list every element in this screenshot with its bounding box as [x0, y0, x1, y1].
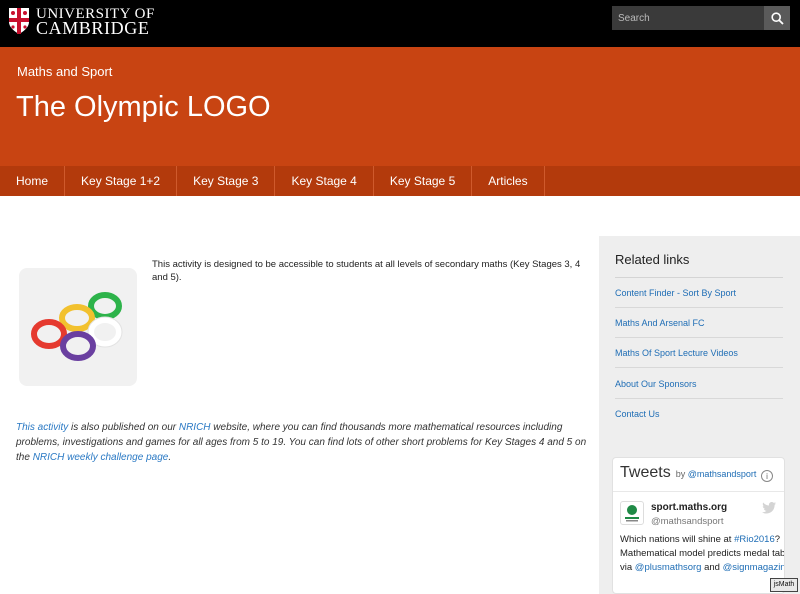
intro-text: This activity is designed to be accessib… [152, 259, 581, 283]
logo-wordmark: UNIVERSITY OF CAMBRIDGE [36, 7, 155, 38]
sidebar-separator [615, 367, 783, 368]
sidebar-separator [615, 307, 783, 308]
avatar[interactable] [620, 501, 644, 525]
sidebar-link-lecture-videos[interactable]: Maths Of Sport Lecture Videos [615, 348, 738, 358]
nrich-link[interactable]: NRICH [179, 422, 211, 433]
olympic-rings-image [19, 268, 137, 386]
tweet-text: Which nations will shine at #Rio2016? Ma… [620, 533, 784, 575]
nav-item-key-stage-5[interactable]: Key Stage 5 [374, 166, 473, 196]
sidebar-separator [615, 398, 783, 399]
tweet-text-1: Which nations will shine at [620, 534, 735, 545]
ring-purple [60, 331, 96, 361]
tweets-widget: Tweets by @mathsandsport i sport.maths.o… [612, 457, 785, 594]
main-nav: Home Key Stage 1+2 Key Stage 3 Key Stage… [0, 166, 800, 196]
mention-link-signmagazine[interactable]: @signmagazine [723, 562, 784, 573]
nrich-paragraph: This activity is also published on our N… [16, 420, 591, 465]
this-activity-link[interactable]: This activity [16, 422, 68, 433]
para-text-1: is also published on our [68, 422, 179, 433]
mention-link-plusmathsorg[interactable]: @plusmathsorg [635, 562, 702, 573]
twitter-bird-icon[interactable] [762, 502, 776, 514]
tweets-by-label: by [675, 469, 686, 479]
tweets-header: Tweets by @mathsandsport [620, 464, 756, 482]
nav-item-key-stage-3[interactable]: Key Stage 3 [177, 166, 276, 196]
tweets-by: by @mathsandsport [676, 469, 757, 479]
sidebar-link-arsenal[interactable]: Maths And Arsenal FC [615, 318, 705, 328]
university-logo[interactable]: UNIVERSITY OF CAMBRIDGE [8, 5, 155, 37]
tweets-by-handle-link[interactable]: @mathsandsport [688, 469, 757, 479]
tweet-text-3: and [701, 562, 723, 573]
nav-item-key-stage-1-2[interactable]: Key Stage 1+2 [65, 166, 178, 196]
tweet-account-handle[interactable]: @mathsandsport [651, 516, 723, 527]
sidebar-link-contact[interactable]: Contact Us [615, 409, 660, 419]
sidebar-divider [615, 277, 783, 278]
para-text-3: . [168, 452, 172, 463]
tweets-divider [613, 491, 784, 492]
nav-item-articles[interactable]: Articles [472, 166, 545, 196]
ring-green [88, 292, 122, 320]
crest-icon [9, 8, 29, 34]
search-box [612, 6, 790, 30]
ring-white [88, 317, 122, 347]
logo-line2: CAMBRIDGE [36, 18, 150, 38]
ring-red [31, 319, 67, 349]
nav-item-home[interactable]: Home [0, 166, 66, 196]
nrich-weekly-challenge-link[interactable]: NRICH weekly challenge page [33, 452, 169, 463]
avatar-logo-icon [625, 505, 639, 522]
tweet-account-name[interactable]: sport.maths.org [651, 502, 727, 513]
search-icon [770, 11, 784, 25]
jsmath-badge[interactable]: jsMath [770, 578, 798, 592]
info-icon[interactable]: i [761, 470, 773, 482]
hashtag-link[interactable]: #Rio2016 [734, 534, 775, 545]
ring-yellow [59, 304, 95, 332]
sidebar-link-content-finder[interactable]: Content Finder - Sort By Sport [615, 288, 736, 298]
page-title: The Olympic LOGO [16, 91, 271, 123]
top-bar: UNIVERSITY OF CAMBRIDGE [0, 0, 800, 47]
related-links-title: Related links [615, 252, 690, 267]
tweets-title: Tweets [620, 464, 671, 481]
nav-item-key-stage-4[interactable]: Key Stage 4 [275, 166, 374, 196]
search-input[interactable] [612, 6, 764, 30]
section-title[interactable]: Maths and Sport [17, 64, 112, 79]
page-header: Maths and Sport The Olympic LOGO [0, 47, 800, 166]
sidebar-link-sponsors[interactable]: About Our Sponsors [615, 379, 697, 389]
rings-illustration [31, 292, 123, 361]
search-button[interactable] [764, 6, 790, 30]
sidebar-separator [615, 337, 783, 338]
